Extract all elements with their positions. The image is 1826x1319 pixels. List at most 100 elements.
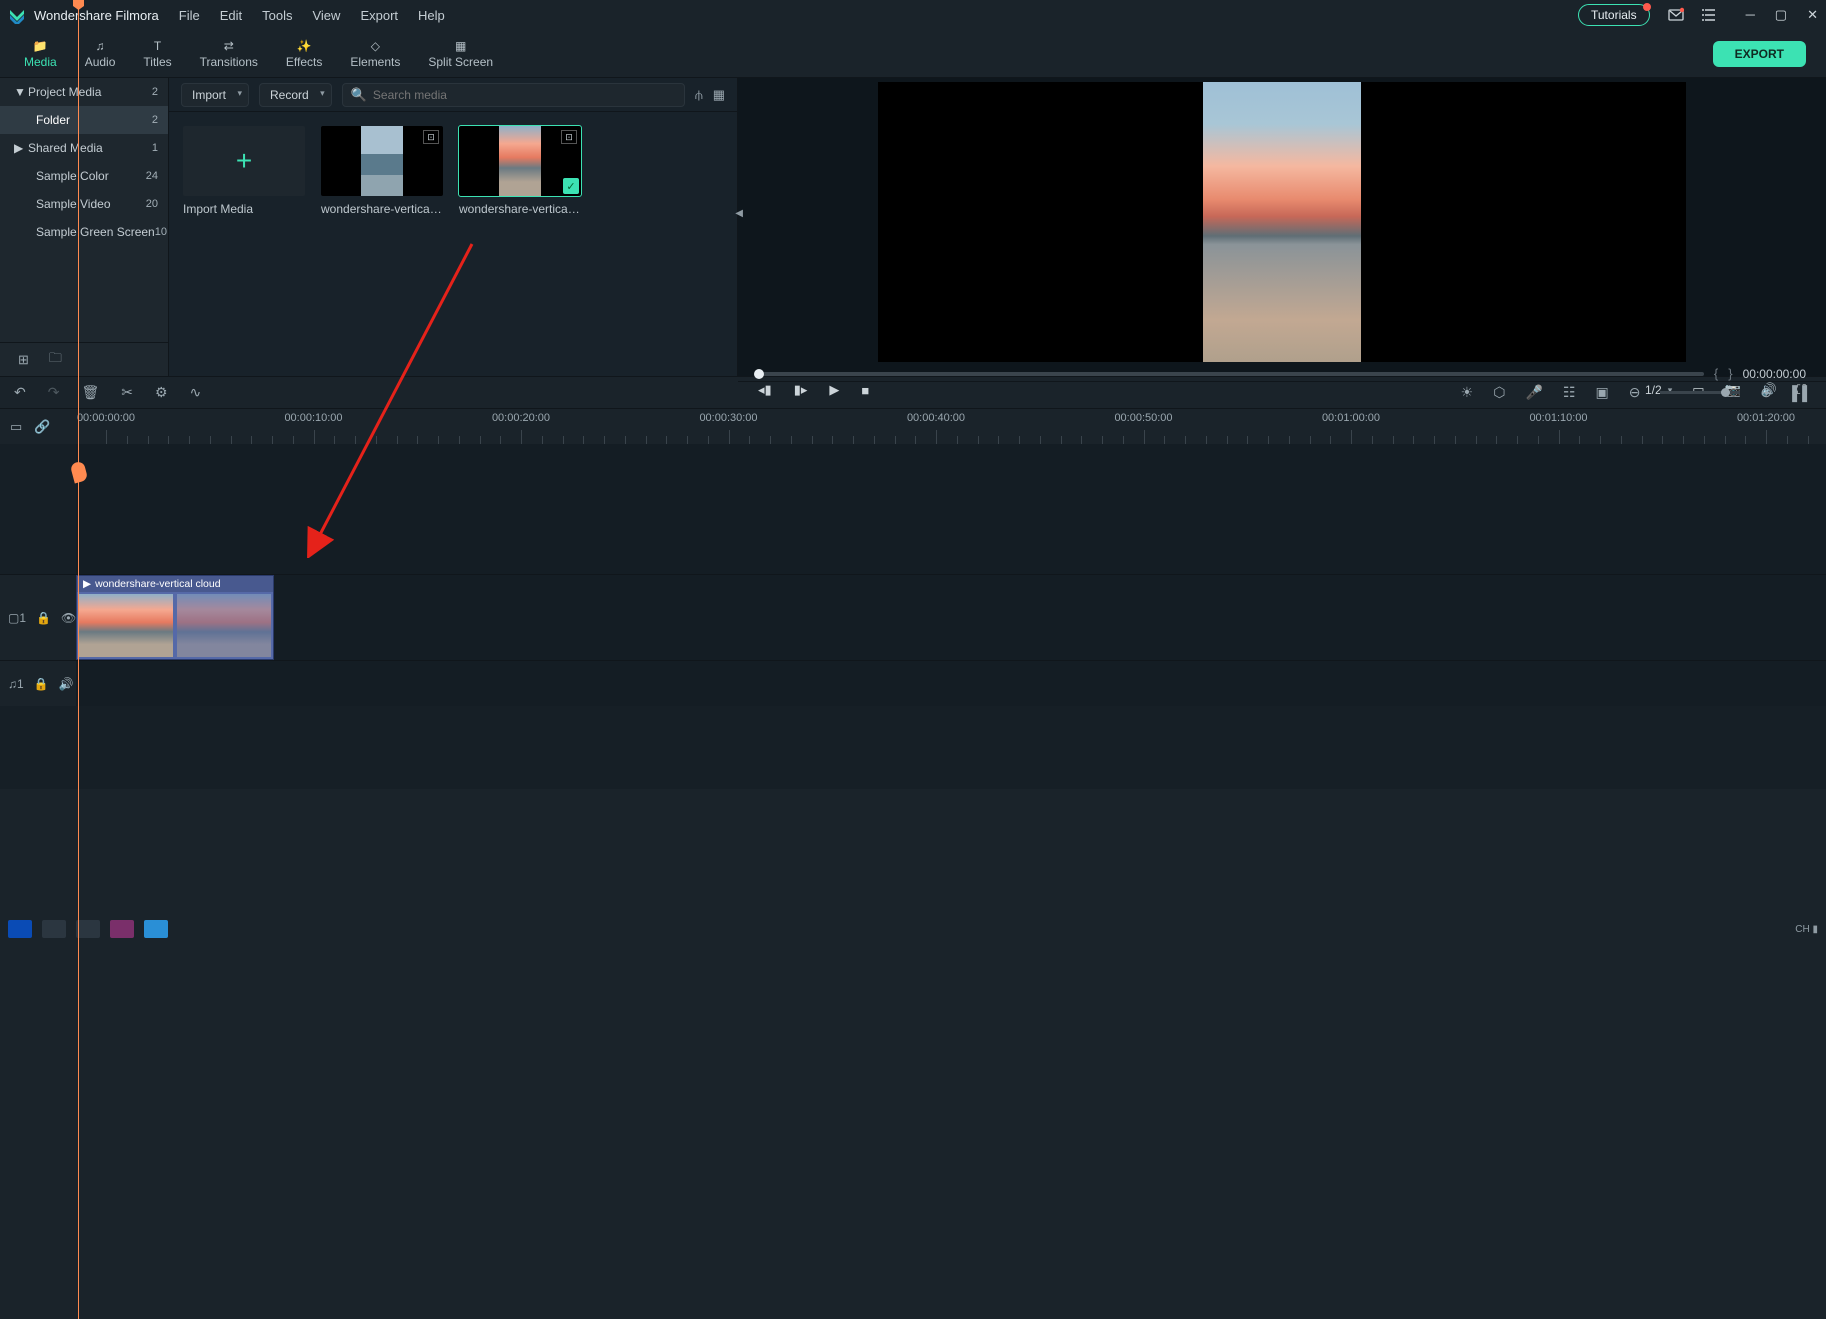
main-menu: File Edit Tools View Export Help [179, 8, 445, 23]
maximize-icon[interactable]: ▢ [1775, 7, 1787, 23]
step-forward-icon[interactable]: ▮▸ [794, 382, 808, 398]
ruler-mark: 00:00:30:00 [699, 412, 757, 424]
zoom-handle[interactable] [1721, 388, 1730, 397]
tab-audio[interactable]: ♫Audio [71, 35, 130, 73]
import-media-card[interactable]: + Import Media [183, 126, 305, 216]
zoom-in-icon[interactable]: ⊕ [1760, 384, 1772, 401]
lock-icon[interactable]: 🔒 [34, 677, 49, 691]
media-sidebar: ▼Project Media2 Folder2 ▶Shared Media1 S… [0, 78, 168, 376]
ruler-mark: 00:00:00:00 [77, 412, 135, 424]
collapse-sidebar-icon[interactable]: ◀ [735, 208, 743, 219]
grid-view-icon[interactable]: ▦ [713, 87, 725, 103]
sidebar-item-sample-video[interactable]: Sample Video20 [0, 190, 168, 218]
render-icon[interactable]: ☀ [1461, 384, 1474, 401]
redo-icon[interactable]: ↷ [48, 384, 60, 401]
crop-icon[interactable]: ▣ [1595, 384, 1608, 401]
timeline-clip[interactable]: ▶wondershare-vertical cloud [76, 575, 274, 660]
match-icon[interactable]: ▭ [10, 419, 22, 435]
ruler-mark: 00:01:00:00 [1322, 412, 1380, 424]
zoom-fit-icon[interactable]: ▌▌ [1792, 385, 1812, 401]
cut-icon[interactable]: ✂ [121, 384, 133, 401]
link-icon[interactable]: 🔗 [34, 419, 50, 435]
marker-icon[interactable]: ⬡ [1493, 384, 1505, 401]
clip-play-icon: ▶ [83, 578, 91, 590]
taskbar-item[interactable] [110, 920, 134, 938]
scrub-handle[interactable] [754, 369, 764, 379]
stop-icon[interactable]: ■ [861, 383, 869, 398]
step-back-icon[interactable]: ◂▮ [758, 382, 772, 398]
import-dropdown[interactable]: Import [181, 83, 249, 107]
media-item-label: wondershare-vertical pla... [321, 202, 443, 216]
audio-wave-icon[interactable]: ∿ [190, 384, 202, 401]
track-id-label: ▢1 [8, 611, 26, 625]
clip-mark-icon: ⊡ [423, 130, 439, 144]
search-input[interactable] [373, 88, 676, 102]
adjust-icon[interactable]: ⚙ [155, 384, 168, 401]
record-dropdown[interactable]: Record [259, 83, 332, 107]
tab-elements[interactable]: ◇Elements [336, 35, 414, 73]
timeline-ruler[interactable]: 00:00:00:0000:00:10:0000:00:20:0000:00:3… [76, 409, 1826, 444]
play-icon[interactable]: ▶ [829, 382, 839, 398]
export-button[interactable]: EXPORT [1713, 41, 1806, 67]
tab-media[interactable]: 📁Media [10, 35, 71, 73]
workspace: ▼Project Media2 Folder2 ▶Shared Media1 S… [0, 78, 1826, 376]
mute-icon[interactable]: 🔊 [59, 677, 74, 691]
sidebar-item-folder[interactable]: Folder2 [0, 106, 168, 134]
track-id-label: ♫1 [8, 677, 24, 691]
menu-file[interactable]: File [179, 8, 200, 23]
preview-scrubber: { } 00:00:00:00 [738, 366, 1826, 381]
taskbar-item[interactable] [42, 920, 66, 938]
media-panel: Import Record 🔍 ⫛ ▦ + Import Media ⊡ won… [168, 78, 738, 376]
filter-icon[interactable]: ⫛ [695, 87, 703, 103]
app-logo-icon [8, 6, 26, 24]
delete-icon[interactable]: 🗑 [81, 384, 99, 401]
menu-edit[interactable]: Edit [220, 8, 242, 23]
media-item-2[interactable]: ⊡✓ wondershare-vertical clo... [459, 126, 581, 216]
audio-track-body[interactable] [76, 661, 1826, 706]
scrub-track[interactable] [758, 372, 1704, 376]
tab-split-screen[interactable]: ▦Split Screen [414, 35, 507, 73]
taskbar-item[interactable] [76, 920, 100, 938]
eye-icon[interactable]: 👁 [61, 611, 76, 625]
media-item-1[interactable]: ⊡ wondershare-vertical pla... [321, 126, 443, 216]
menu-help[interactable]: Help [418, 8, 445, 23]
video-track-body[interactable]: ▶wondershare-vertical cloud [76, 575, 1826, 660]
minimize-icon[interactable]: ─ [1746, 7, 1755, 23]
taskbar-item[interactable] [8, 920, 32, 938]
zoom-out-icon[interactable]: ⊖ [1629, 384, 1641, 401]
menu-tools[interactable]: Tools [262, 8, 292, 23]
title-bar: Wondershare Filmora File Edit Tools View… [0, 0, 1826, 30]
app-title: Wondershare Filmora [34, 8, 159, 23]
media-item-label: wondershare-vertical clo... [459, 202, 581, 216]
message-icon[interactable] [1668, 7, 1684, 23]
mixer-icon[interactable]: ☷ [1563, 384, 1576, 401]
menu-view[interactable]: View [312, 8, 340, 23]
ruler-mark: 00:01:20:00 [1737, 412, 1795, 424]
zoom-slider[interactable] [1660, 391, 1740, 394]
video-track-1: ▢1 🔒 👁 ▶wondershare-vertical cloud [0, 574, 1826, 660]
voice-over-icon[interactable]: 🎤 [1525, 384, 1542, 401]
undo-icon[interactable]: ↶ [14, 384, 26, 401]
sidebar-item-project-media[interactable]: ▼Project Media2 [0, 78, 168, 106]
tab-titles[interactable]: TTitles [129, 35, 185, 73]
tab-transitions[interactable]: ⇄Transitions [186, 35, 272, 73]
lock-icon[interactable]: 🔒 [36, 611, 51, 625]
list-icon[interactable] [1702, 7, 1718, 23]
sidebar-item-sample-color[interactable]: Sample Color24 [0, 162, 168, 190]
media-toolbar: Import Record 🔍 ⫛ ▦ [169, 78, 737, 112]
taskbar-item[interactable] [144, 920, 168, 938]
menu-export[interactable]: Export [360, 8, 398, 23]
mark-out-icon[interactable]: } [1728, 366, 1732, 381]
elements-icon: ◇ [366, 39, 384, 53]
mark-in-icon[interactable]: { [1714, 366, 1718, 381]
new-folder-icon[interactable]: 🗀 [49, 349, 62, 371]
close-icon[interactable]: ✕ [1807, 7, 1818, 23]
new-project-folder-icon[interactable]: ⊞ [18, 352, 29, 368]
tab-effects[interactable]: ✨Effects [272, 35, 336, 73]
sidebar-item-shared-media[interactable]: ▶Shared Media1 [0, 134, 168, 162]
playhead[interactable] [78, 0, 79, 1319]
folder-icon: 📁 [31, 39, 49, 53]
sidebar-item-sample-green-screen[interactable]: Sample Green Screen10 [0, 218, 168, 246]
tutorials-button[interactable]: Tutorials [1578, 4, 1650, 26]
preview-frame [1203, 82, 1361, 362]
